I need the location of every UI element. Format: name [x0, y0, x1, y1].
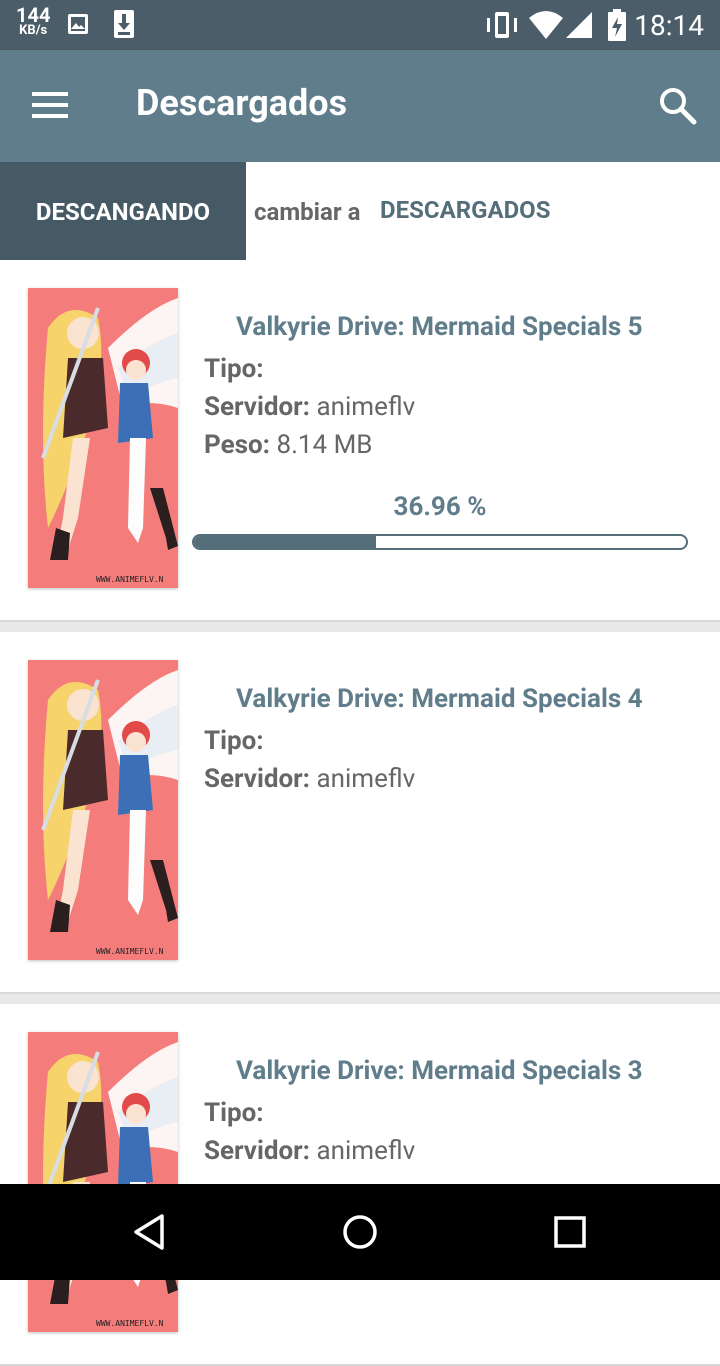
servidor-label: Servidor:	[204, 1136, 311, 1166]
servidor-value: animeflv	[316, 392, 416, 422]
tab-downloading[interactable]: DESCANGANDO	[0, 162, 246, 260]
peso-label: Peso:	[204, 430, 270, 460]
tipo-label: Tipo:	[204, 354, 264, 384]
home-icon	[343, 1215, 377, 1249]
servidor-value: animeflv	[316, 1136, 416, 1166]
download-icon	[114, 10, 134, 38]
navigation-bar	[0, 1184, 720, 1280]
network-speed: 144 KB/s	[16, 5, 50, 38]
menu-icon	[30, 92, 70, 118]
servidor-row: Servidor: animeflv	[204, 1136, 415, 1166]
page-title: Descargados	[136, 82, 348, 124]
servidor-value: animeflv	[316, 764, 416, 794]
servidor-row: Servidor: animeflv	[204, 392, 415, 422]
tipo-row: Tipo:	[204, 354, 264, 384]
anime-artwork: WWW.ANIMEFLV.N	[28, 1032, 178, 1332]
tipo-row: Tipo:	[204, 1098, 264, 1128]
search-button[interactable]	[656, 84, 700, 128]
recents-icon	[554, 1216, 586, 1248]
anime-artwork: WWW.ANIMEFLV.N	[28, 288, 178, 588]
app-bar: Descargados	[0, 50, 720, 162]
recents-button[interactable]	[550, 1212, 590, 1252]
status-bar: 144 KB/s 18:14	[0, 0, 720, 50]
battery-icon	[608, 9, 626, 41]
svg-text:WWW.ANIMEFLV.N: WWW.ANIMEFLV.N	[96, 1319, 164, 1328]
anime-thumbnail: WWW.ANIMEFLV.N	[28, 288, 178, 588]
svg-text:WWW.ANIMEFLV.N: WWW.ANIMEFLV.N	[96, 947, 164, 956]
anime-thumbnail: WWW.ANIMEFLV.N	[28, 660, 178, 960]
download-item[interactable]: WWW.ANIMEFLV.N Valkyrie Drive: Mermaid S…	[0, 260, 720, 622]
tipo-label: Tipo:	[204, 726, 264, 756]
image-icon	[68, 14, 88, 34]
anime-thumbnail: WWW.ANIMEFLV.N	[28, 1032, 178, 1332]
peso-value: 8.14 MB	[276, 430, 373, 460]
signal-icon	[566, 12, 592, 38]
search-icon	[660, 88, 697, 125]
tipo-row: Tipo:	[204, 726, 264, 756]
svg-text:WWW.ANIMEFLV.N: WWW.ANIMEFLV.N	[96, 575, 164, 584]
download-progress-fill	[194, 536, 376, 548]
tipo-label: Tipo:	[204, 1098, 264, 1128]
vibrate-icon	[487, 12, 517, 38]
network-speed-unit: KB/s	[19, 23, 48, 38]
home-button[interactable]	[340, 1212, 380, 1252]
switch-text: cambiar a	[254, 198, 361, 226]
progress-percent: 36.96 %	[393, 492, 487, 522]
back-button[interactable]	[130, 1212, 170, 1252]
episode-title[interactable]: Valkyrie Drive: Mermaid Specials 5	[236, 312, 643, 342]
wifi-icon	[529, 11, 563, 39]
servidor-label: Servidor:	[204, 764, 311, 794]
menu-button[interactable]	[30, 88, 70, 124]
peso-row: Peso: 8.14 MB	[204, 430, 373, 460]
episode-title[interactable]: Valkyrie Drive: Mermaid Specials 3	[236, 1056, 643, 1086]
switch-to-downloaded-link[interactable]: DESCARGADOS	[380, 196, 550, 224]
download-item[interactable]: WWW.ANIMEFLV.N Valkyrie Drive: Mermaid S…	[0, 632, 720, 994]
episode-title[interactable]: Valkyrie Drive: Mermaid Specials 4	[236, 684, 643, 714]
clock: 18:14	[634, 9, 704, 42]
download-progress-bar	[192, 534, 688, 550]
download-mode-toggle: DESCANGANDO cambiar a DESCARGADOS	[0, 162, 720, 260]
servidor-row: Servidor: animeflv	[204, 764, 415, 794]
anime-artwork: WWW.ANIMEFLV.N	[28, 660, 178, 960]
back-icon	[134, 1214, 164, 1250]
servidor-label: Servidor:	[204, 392, 311, 422]
